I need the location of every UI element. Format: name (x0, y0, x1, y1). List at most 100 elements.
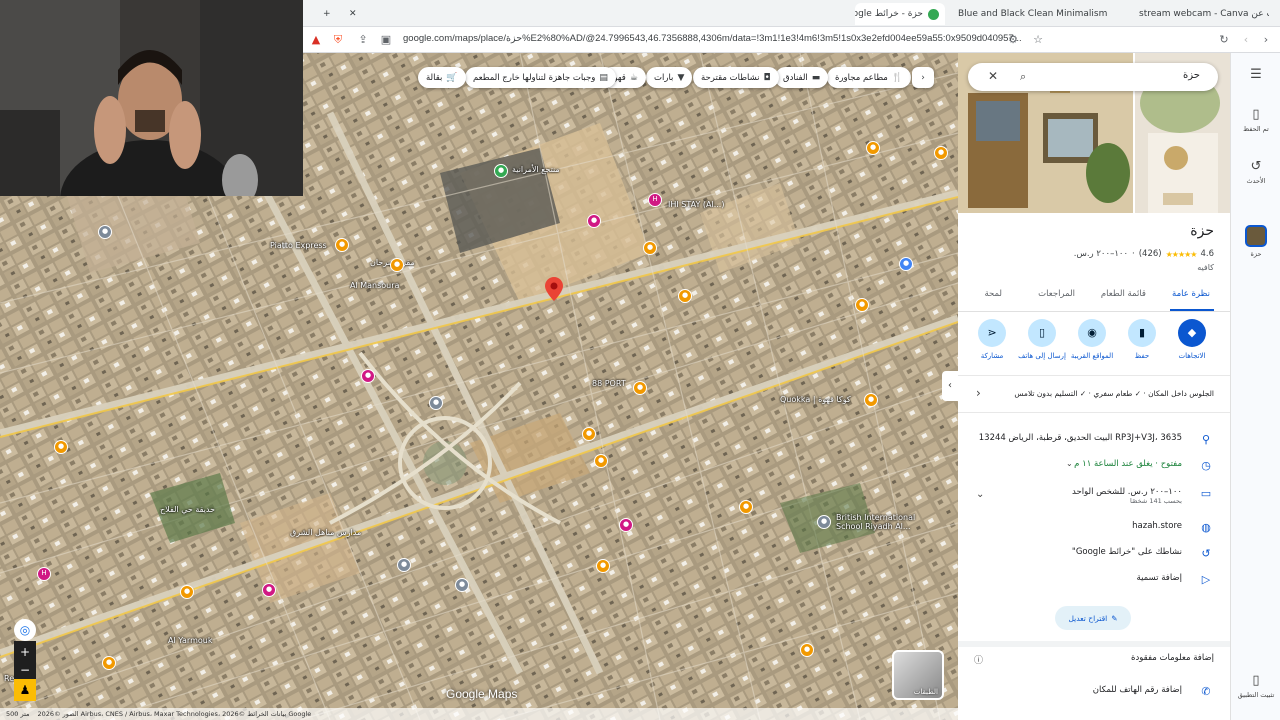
map-attribution: 500 متر الصور ©2026 Airbus، CNES / Airbu… (0, 708, 958, 720)
add-missing-info-row[interactable]: إضافة معلومات مفقودة ⓘ (958, 647, 1230, 673)
hotel-pin-icon[interactable]: H (648, 193, 662, 207)
restaurant-pin-icon[interactable]: ● (866, 141, 880, 155)
nearby-button[interactable]: ◉ المواقع القريبة (1068, 319, 1116, 360)
search-bar[interactable]: حزة ⌕ ✕ (968, 63, 1218, 91)
chevron-down-icon[interactable]: ⌄ (1066, 459, 1073, 468)
share-button[interactable]: ⋖ مشاركة (968, 319, 1016, 360)
school-pin-icon[interactable]: ● (817, 515, 831, 529)
chip-scroll-right[interactable]: › (912, 67, 934, 88)
collapse-panel-button[interactable]: ‹ (942, 371, 958, 401)
rail-saved[interactable]: ▯ تم الحفظ (1231, 107, 1280, 133)
rail-recent-place[interactable]: حزة (1231, 225, 1280, 258)
add-phone-row[interactable]: ✆ إضافة رقم الهاتف للمكان (958, 679, 1230, 705)
address-row[interactable]: ⚲ RP3J+V3J، 3635 البيت الحديق، قرطبة، ال… (958, 427, 1230, 453)
chip-hotels[interactable]: الفنادق ▬ (775, 67, 829, 88)
landmark-pin-icon[interactable]: ● (455, 578, 469, 592)
chip-things-to-do[interactable]: نشاطات مقترحة ◘ (693, 67, 779, 88)
pegman-button[interactable]: ♟ (14, 679, 36, 701)
cafe-pin-icon[interactable]: ● (594, 454, 608, 468)
restaurant-pin-icon[interactable]: ● (102, 656, 116, 670)
share-url-icon[interactable]: ⇪ (355, 32, 371, 48)
hospital-pin-icon[interactable]: H (37, 567, 51, 581)
rail-recents[interactable]: ↺ الأحدث (1231, 159, 1280, 185)
map-label: مدارس مناهل الشرق (290, 528, 362, 537)
forward-icon[interactable]: › (1258, 32, 1274, 48)
suggest-edit-button[interactable]: ✎ اقتراح تعديل (1055, 606, 1131, 630)
history-row[interactable]: ↺ نشاطك على "خرائط Google" (958, 541, 1230, 567)
restaurant-pin-icon[interactable]: ● (934, 146, 948, 160)
close-tab-button[interactable]: ✕ (349, 3, 363, 25)
cafe-pin-icon[interactable]: ● (864, 393, 878, 407)
send-to-phone-button[interactable]: ▯ إرسال إلى هاتف (1018, 319, 1066, 360)
search-icon[interactable]: ⌕ (1020, 70, 1026, 84)
landmark-pin-icon[interactable]: ● (429, 396, 443, 410)
restaurant-pin-icon[interactable]: ● (596, 559, 610, 573)
restaurant-pin-icon[interactable]: ● (800, 643, 814, 657)
selected-place-pin-icon[interactable] (545, 277, 563, 301)
tab-canva-design[interactable]: Blue and Black Clean Minimalism Twi (958, 3, 1108, 25)
restaurant-pin-icon[interactable]: ● (390, 258, 404, 272)
tab-maps[interactable]: حزة - خرائط Google (855, 3, 945, 25)
tab-label: stream webcam - Canva بحث عن (1139, 9, 1269, 19)
restaurant-pin-icon[interactable]: ● (335, 238, 349, 252)
restaurant-pin-icon[interactable]: ● (739, 500, 753, 514)
chip-nearby-restaurants[interactable]: مطاعم مجاورة 🍴 (827, 67, 912, 88)
chevron-down-icon[interactable]: ⌄ (976, 489, 984, 500)
price-row[interactable]: ▭ ١٠٠–٢٠٠ ر.س. للشخص الواحد بحسب 141 شخصً… (958, 481, 1230, 515)
close-icon[interactable]: ✕ (988, 69, 998, 83)
review-count[interactable]: (426) (1139, 249, 1162, 259)
scale-bar[interactable]: 500 متر (6, 710, 30, 718)
landmark-pin-icon[interactable]: ● (397, 558, 411, 572)
hours-row[interactable]: ◷ مفتوح · يغلق عند الساعة ١١ م ⌄ (958, 453, 1230, 479)
add-label-row[interactable]: ▷ إضافة تسمية (958, 567, 1230, 593)
brave-shield-icon[interactable]: ⛨ (330, 32, 346, 48)
category-label[interactable]: كافيه (1197, 263, 1214, 272)
cafe-pin-icon[interactable]: ● (633, 381, 647, 395)
rail-install-app[interactable]: ▯ تثبيت التطبيق (1231, 673, 1280, 699)
chip-bars[interactable]: بارات ▼ (646, 67, 693, 88)
webcam-feed-image (0, 0, 303, 196)
shopping-pin-icon[interactable]: ● (587, 214, 601, 228)
service-options-row[interactable]: الجلوس داخل المكان · ✓ طعام سفري · ✓ الت… (958, 375, 1230, 413)
chip-takeout[interactable]: وجبات جاهزة لتناولها خارج المطعم ▤ (465, 67, 616, 88)
reload-icon[interactable]: ↻ (1216, 32, 1232, 48)
restaurant-pin-icon[interactable]: ● (54, 440, 68, 454)
shopping-pin-icon[interactable]: ● (619, 518, 633, 532)
zoom-out-button[interactable]: − (14, 659, 36, 681)
warning-icon[interactable]: ▲ (308, 32, 324, 48)
cafe-pin-icon[interactable]: ● (582, 427, 596, 441)
chip-grocery[interactable]: بقالة 🛒 (418, 67, 466, 88)
menu-button[interactable]: ☰ (1231, 67, 1280, 85)
tune-icon[interactable]: ⚙ (1005, 32, 1021, 48)
new-tab-button[interactable]: + (323, 3, 343, 25)
tab-overview[interactable]: نظرة عامة (1172, 289, 1210, 299)
translate-icon[interactable]: ▣ (378, 32, 394, 48)
park-pin-icon[interactable]: ● (494, 164, 508, 178)
tab-about[interactable]: لمحة (984, 289, 1002, 299)
tab-menu[interactable]: قائمة الطعام (1101, 289, 1146, 299)
address-bar[interactable]: google.com/maps/place/حزة%E2%80%AD/@24.7… (403, 33, 1022, 44)
back-icon[interactable]: ‹ (1238, 32, 1254, 48)
tab-reviews[interactable]: المراجعات (1038, 289, 1075, 299)
chevron-left-icon[interactable]: ‹ (976, 386, 981, 400)
bookmark-page-icon[interactable]: ☆ (1030, 32, 1046, 48)
search-input[interactable]: حزة (1183, 70, 1200, 81)
store-pin-icon[interactable]: ● (899, 257, 913, 271)
my-location-button[interactable]: ◎ (14, 619, 36, 641)
tab-bar: + ✕ حزة - خرائط Google Blue and Black Cl… (303, 0, 1280, 27)
website-row[interactable]: ◍ hazah.store (958, 515, 1230, 541)
restaurant-pin-icon[interactable]: ● (180, 585, 194, 599)
shopping-pin-icon[interactable]: ● (361, 369, 375, 383)
save-button[interactable]: ▮ حفظ (1118, 319, 1166, 360)
landmark-pin-icon[interactable]: ● (98, 225, 112, 239)
map-label: British International School Riyadh Al..… (836, 513, 916, 531)
directions-button[interactable]: ◆ الاتجاهات (1168, 319, 1216, 360)
rating-stars: ★★★★★ (1165, 249, 1198, 259)
tab-search[interactable]: stream webcam - Canva بحث عن (1139, 3, 1269, 25)
shopping-pin-icon[interactable]: ● (262, 583, 276, 597)
website-link[interactable]: hazah.store (1132, 521, 1182, 531)
restaurant-pin-icon[interactable]: ● (855, 298, 869, 312)
restaurant-pin-icon[interactable]: ● (643, 241, 657, 255)
layers-button[interactable]: الطبقات (892, 650, 944, 700)
restaurant-pin-icon[interactable]: ● (678, 289, 692, 303)
